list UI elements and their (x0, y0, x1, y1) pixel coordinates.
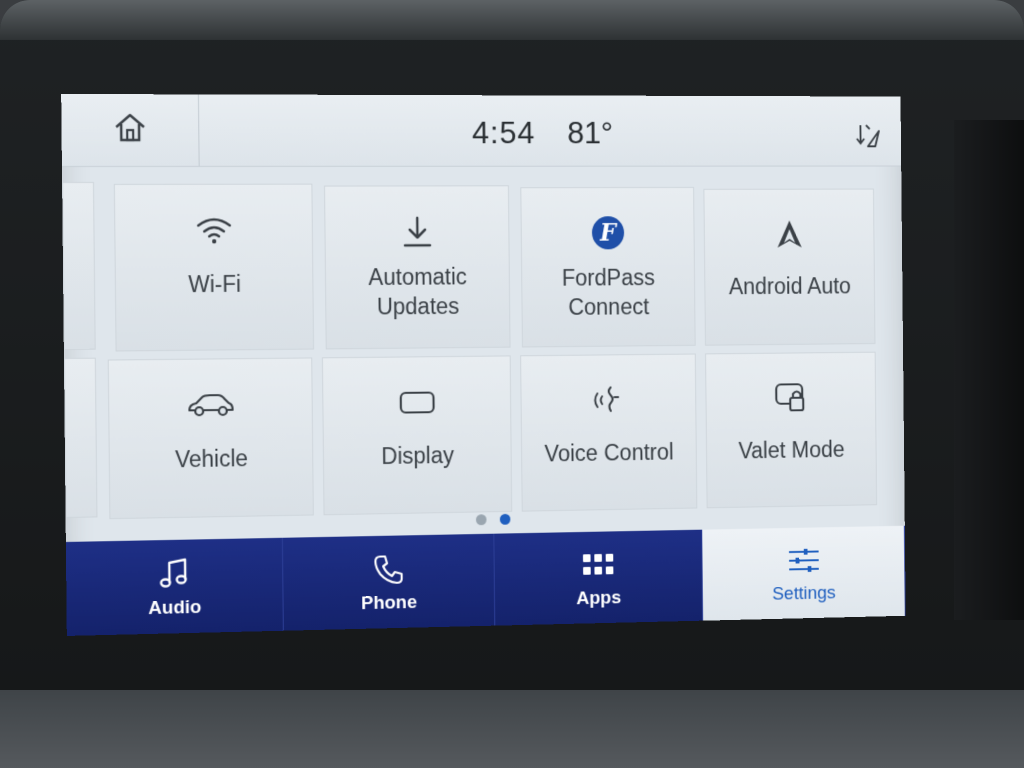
tile-vehicle[interactable]: Vehicle (107, 357, 314, 520)
fordpass-icon: F (589, 211, 627, 254)
tile-label: Vehicle (174, 445, 249, 473)
page-indicator (475, 513, 511, 526)
nav-label: Settings (772, 582, 836, 605)
clock: 4:54 (471, 114, 536, 151)
air-vent (954, 120, 1024, 620)
nav-settings[interactable]: Settings (701, 525, 906, 621)
page-dot[interactable] (475, 514, 487, 526)
tile-wifi[interactable]: Wi-Fi (113, 183, 315, 352)
home-button[interactable] (61, 93, 200, 166)
previous-page-tile-edge (63, 357, 98, 518)
display-icon (398, 381, 437, 425)
tile-label-line2: Updates (376, 293, 460, 320)
wifi-icon (194, 209, 234, 253)
tile-label: Valet Mode (738, 436, 845, 464)
music-note-icon (159, 553, 191, 593)
nav-audio[interactable]: Audio (65, 537, 284, 636)
tile-label-line2: Connect (568, 293, 650, 320)
valet-lock-icon (773, 376, 809, 419)
tile-display[interactable]: Display (321, 355, 513, 516)
nav-label: Audio (148, 596, 202, 620)
dashboard-trim (0, 690, 1024, 768)
home-icon (112, 111, 148, 150)
outside-temperature: 81° (567, 115, 614, 151)
nav-label: Phone (360, 592, 418, 615)
tile-automatic-updates[interactable]: Automatic Updates (324, 185, 511, 350)
tile-label-line1: FordPass (561, 264, 655, 291)
tile-label: Wi-Fi (188, 270, 242, 298)
nav-phone[interactable]: Phone (282, 533, 496, 631)
tile-fordpass-connect[interactable]: F FordPass Connect (520, 186, 696, 348)
tile-android-auto[interactable]: Android Auto (703, 188, 876, 346)
android-auto-icon (774, 213, 806, 256)
bezel-rim (0, 0, 1024, 40)
car-icon (186, 383, 236, 427)
page-dot-active[interactable] (499, 513, 511, 525)
nav-apps[interactable]: Apps (494, 529, 703, 626)
nav-label: Apps (576, 587, 622, 610)
apps-grid-icon (581, 545, 615, 585)
voice-icon (592, 379, 626, 422)
download-icon (401, 210, 434, 253)
sliders-icon (787, 541, 821, 580)
settings-grid: Wi-Fi Automatic Updates F FordPass Conne… (62, 173, 905, 520)
tile-label: Display (381, 442, 455, 469)
tile-valet-mode[interactable]: Valet Mode (705, 351, 878, 509)
tile-label: Voice Control (544, 439, 674, 467)
status-bar: 4:54 81° (61, 93, 902, 167)
tile-voice-control[interactable]: Voice Control (520, 353, 698, 512)
previous-page-tile-edge (62, 181, 96, 351)
tile-label: Android Auto (728, 273, 851, 300)
svg-text:F: F (599, 218, 618, 246)
tile-label-line1: Automatic (368, 263, 468, 290)
infotainment-screen: 4:54 81° Wi-Fi Automatic Updates F FordP… (61, 93, 906, 636)
phone-icon (372, 549, 405, 589)
navigation-arrows-icon[interactable] (855, 121, 883, 155)
